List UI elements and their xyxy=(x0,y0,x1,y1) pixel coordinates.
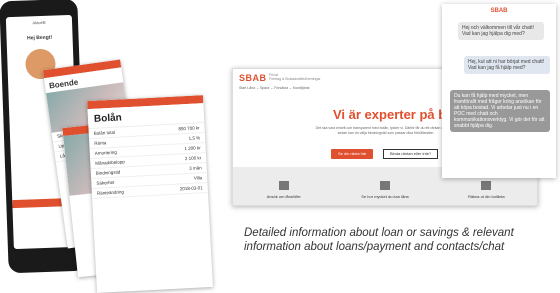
caption: Detailed information about loan or savin… xyxy=(244,227,514,253)
house-icon xyxy=(278,181,289,190)
bot-message: Du kan få hjälp med mycket, men framföra… xyxy=(450,90,550,132)
bot-message: Hej och välkommen till vår chatt! Vad ka… xyxy=(458,22,544,40)
apply-item[interactable]: Ansök om lånelöfte xyxy=(239,181,329,199)
user-message: Hej, kul att ni har börjat med chatt! Va… xyxy=(464,56,550,74)
phone-greeting: Hej Bengt! xyxy=(26,34,53,42)
see-rate-button[interactable]: Se din ränta här xyxy=(331,149,374,159)
main-nav[interactable]: Start Låna ⌄ Spara ⌄ Försäkra ⌄ Kundtjän… xyxy=(239,86,309,90)
hero-text: Det ska vara enkelt och transparent med … xyxy=(315,126,457,135)
calculator-icon xyxy=(481,181,492,190)
sbab-logo[interactable]: SBAB xyxy=(239,73,267,83)
brand-subtitle: Privat Företag & Bostadsrättsföreningar xyxy=(269,73,321,81)
chat-window: SBAB Hej och välkommen till vår chatt! V… xyxy=(442,4,556,178)
calc-item[interactable]: Räkna ut din bolånta xyxy=(441,181,531,199)
chat-header: SBAB xyxy=(490,8,508,14)
borrow-item[interactable]: Se hur mycket du kan låna xyxy=(340,181,430,199)
fix-rate-button[interactable]: Binda räntan eller inte? xyxy=(383,149,439,159)
loan-screen: Bolån Bolån total 850 700 kr Ränta 1,5 % A… xyxy=(87,95,213,293)
thumbs-up-icon xyxy=(379,181,390,190)
